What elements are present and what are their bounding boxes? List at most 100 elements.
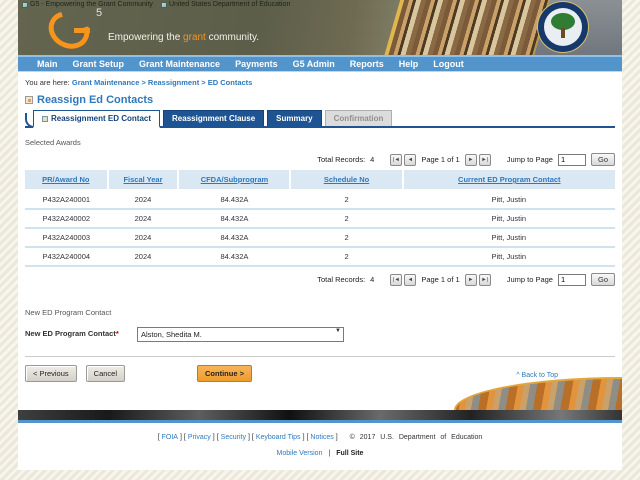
col-header-pr-award-no[interactable]: PR/Award No: [25, 170, 108, 190]
previous-button[interactable]: < Previous: [25, 365, 77, 382]
window-title-left: G5 - Empowering the Grant Community: [22, 1, 153, 8]
jump-to-page-input[interactable]: [558, 274, 586, 286]
col-header-label: Current ED Program Contact: [458, 175, 561, 184]
cell-cfda: 84.432A: [178, 209, 290, 228]
cell-schedule-no: 2: [290, 209, 402, 228]
nav-item-logout[interactable]: Logout: [433, 59, 464, 69]
first-page-button[interactable]: |◄: [390, 154, 402, 166]
nav-item-payments[interactable]: Payments: [235, 59, 278, 69]
next-page-button[interactable]: ►: [465, 154, 477, 166]
breadcrumb-prefix: You are here:: [25, 78, 70, 87]
jump-to-page-input[interactable]: [558, 154, 586, 166]
footer-band: [18, 410, 622, 420]
cell-fiscal-year: 2024: [108, 209, 179, 228]
cell-current-contact: Pitt, Justin: [403, 228, 615, 247]
tagline-suffix: community.: [206, 32, 259, 43]
table-header-row: PR/Award No Fiscal Year CFDA/Subprogram …: [25, 170, 615, 190]
col-header-current-ed-program-contact[interactable]: Current ED Program Contact: [403, 170, 615, 190]
page-title-row: Reassign Ed Contacts: [25, 94, 615, 106]
cell-schedule-no: 2: [290, 190, 402, 209]
nav-item-main[interactable]: Main: [37, 59, 58, 69]
field-label-text: New ED Program Contact: [25, 329, 116, 338]
first-page-button[interactable]: |◄: [390, 274, 402, 286]
tab-confirmation: Confirmation: [325, 110, 393, 126]
cell-fiscal-year: 2024: [108, 228, 179, 247]
col-header-label: CFDA/Subprogram: [201, 175, 269, 184]
previous-page-button[interactable]: ◄: [404, 154, 416, 166]
cell-award-no: P432A240004: [25, 247, 108, 266]
footer-link-notices[interactable]: Notices: [310, 434, 333, 441]
total-records-value: 4: [370, 155, 374, 164]
last-page-button[interactable]: ►|: [479, 274, 491, 286]
new-ed-program-contact-select[interactable]: Alston, Shedita M.: [137, 327, 344, 342]
cell-award-no: P432A240001: [25, 190, 108, 209]
last-page-button[interactable]: ►|: [479, 154, 491, 166]
tab-summary[interactable]: Summary: [267, 110, 321, 126]
footer-link-security[interactable]: Security: [221, 434, 246, 441]
cancel-button[interactable]: Cancel: [86, 365, 125, 382]
window-title-left-label: G5 - Empowering the Grant Community: [30, 1, 153, 8]
nav-item-grant-maintenance[interactable]: Grant Maintenance: [139, 59, 220, 69]
tab-label: Reassignment ED Contact: [51, 114, 151, 123]
bracket: ]: [336, 434, 338, 441]
col-header-cfda-subprogram[interactable]: CFDA/Subprogram: [178, 170, 290, 190]
bracket: ]: [248, 434, 250, 441]
bracket: [: [184, 434, 186, 441]
col-header-schedule-no[interactable]: Schedule No: [290, 170, 402, 190]
bracket: [: [252, 434, 254, 441]
page-container: G5 - Empowering the Grant Community Unit…: [18, 0, 622, 470]
cell-cfda: 84.432A: [178, 190, 290, 209]
jump-to-page-label: Jump to Page: [507, 155, 553, 164]
cell-schedule-no: 2: [290, 247, 402, 266]
col-header-label: PR/Award No: [42, 175, 89, 184]
footer-link-keyboard-tips[interactable]: Keyboard Tips: [256, 434, 301, 441]
nav-item-grant-setup[interactable]: Grant Setup: [73, 59, 125, 69]
col-header-fiscal-year[interactable]: Fiscal Year: [108, 170, 179, 190]
table-row: P432A240003 2024 84.432A 2 Pitt, Justin: [25, 228, 615, 247]
seal-tree-trunk: [561, 28, 565, 38]
header-banner: G5 - Empowering the Grant Community Unit…: [18, 0, 622, 57]
footer-link-privacy[interactable]: Privacy: [188, 434, 211, 441]
bookshelf-image: [384, 0, 550, 57]
new-contact-select-wrap: Alston, Shedita M. ▼: [137, 324, 344, 342]
go-button[interactable]: Go: [591, 153, 615, 166]
back-to-top-link[interactable]: ^ Back to Top: [516, 372, 558, 379]
continue-button[interactable]: Continue >: [197, 365, 252, 382]
footer-link-foia[interactable]: FOIA: [162, 434, 178, 441]
cell-current-contact: Pitt, Justin: [403, 190, 615, 209]
total-records-value: 4: [370, 275, 374, 284]
footer-links-row: [FOIA] [Privacy] [Security] [Keyboard Ti…: [18, 434, 622, 441]
mobile-version-link[interactable]: Mobile Version: [277, 450, 323, 457]
page-title: Reassign Ed Contacts: [37, 94, 153, 106]
page-status: Page 1 of 1: [421, 275, 459, 284]
new-contact-form-row: New ED Program Contact* Alston, Shedita …: [25, 324, 615, 342]
col-header-label: Fiscal Year: [123, 175, 162, 184]
tab-reassignment-ed-contact[interactable]: Reassignment ED Contact: [33, 110, 160, 128]
g5-logo-number: 5: [96, 7, 102, 19]
bracket: ]: [213, 434, 215, 441]
tagline-highlight: grant: [183, 32, 206, 43]
nav-item-g5-admin[interactable]: G5 Admin: [293, 59, 335, 69]
go-button[interactable]: Go: [591, 273, 615, 286]
jump-to-page-label: Jump to Page: [507, 275, 553, 284]
desktop-background: G5 - Empowering the Grant Community Unit…: [0, 0, 640, 480]
cell-current-contact: Pitt, Justin: [403, 247, 615, 266]
cell-schedule-no: 2: [290, 228, 402, 247]
table-row: P432A240004 2024 84.432A 2 Pitt, Justin: [25, 247, 615, 266]
bracket: ]: [303, 434, 305, 441]
full-site-link[interactable]: Full Site: [336, 450, 363, 457]
bracket: [: [217, 434, 219, 441]
tab-reassignment-clause[interactable]: Reassignment Clause: [163, 110, 264, 126]
ed-department-seal: [538, 2, 588, 52]
breadcrumb-path[interactable]: Grant Maintenance > Reassignment > ED Co…: [72, 78, 252, 87]
cell-fiscal-year: 2024: [108, 247, 179, 266]
next-page-button[interactable]: ►: [465, 274, 477, 286]
breadcrumb: You are here: Grant Maintenance > Reassi…: [18, 72, 622, 87]
g5-logo-bar: [74, 28, 90, 33]
nav-item-reports[interactable]: Reports: [350, 59, 384, 69]
tab-bar: Reassignment ED Contact Reassignment Cla…: [25, 110, 615, 128]
cell-cfda: 84.432A: [178, 228, 290, 247]
cell-award-no: P432A240003: [25, 228, 108, 247]
nav-item-help[interactable]: Help: [399, 59, 419, 69]
previous-page-button[interactable]: ◄: [404, 274, 416, 286]
